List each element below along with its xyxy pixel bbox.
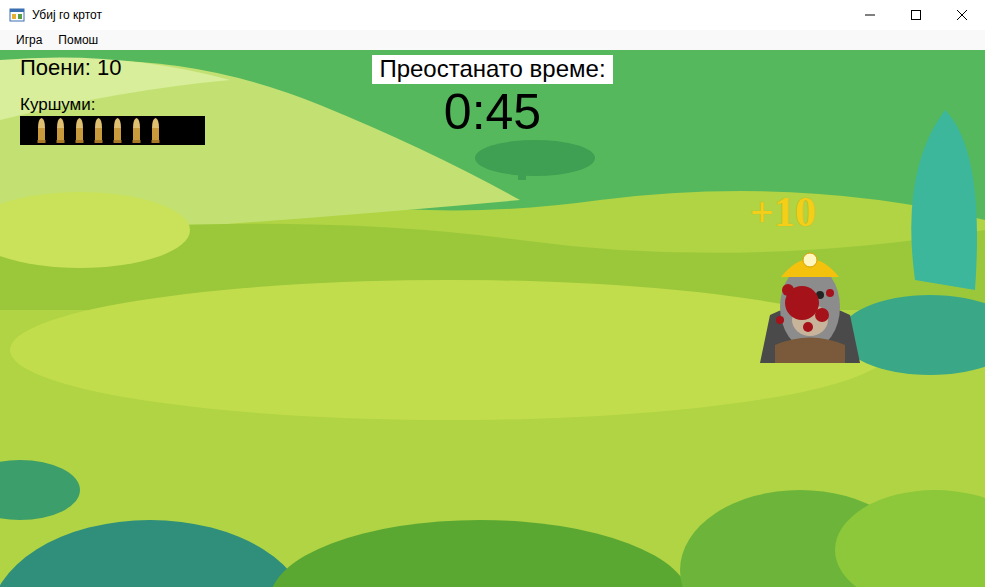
status-panel: Поени: 10 Куршуми:: [20, 55, 372, 145]
game-window: Убиј го кртотИграПомошПоени: 10Куршуми:П…: [0, 0, 985, 587]
bullet-icon: [56, 118, 65, 143]
bullet-icon: [151, 118, 160, 143]
bullet-icon: [113, 118, 122, 143]
app-icon: [9, 7, 25, 23]
time-value: 0:45: [444, 84, 541, 142]
points-popup: +10: [750, 188, 816, 236]
window-title: Убиј го кртот: [32, 8, 847, 22]
timer-panel: Преостанато време:0:45: [372, 55, 612, 145]
bullet-icon: [132, 118, 141, 143]
blood-splat: [776, 284, 834, 332]
maximize-icon: [911, 10, 921, 20]
maximize-button[interactable]: [893, 0, 939, 30]
score-label: Поени: 10: [20, 55, 121, 81]
title-bar: Убиј го кртот: [0, 0, 985, 30]
bullets-label: Куршуми:: [20, 95, 96, 115]
close-button[interactable]: [939, 0, 985, 30]
game-field[interactable]: Поени: 10 Куршуми: Преостанато време:0:45 +…: [0, 50, 985, 587]
menu-item[interactable]: Игра: [8, 33, 50, 47]
minimize-icon: [865, 10, 875, 20]
bullets-bar: [20, 116, 205, 145]
bullet-icon: [94, 118, 103, 143]
mole[interactable]: [760, 245, 860, 363]
menu-item[interactable]: Помош: [50, 33, 106, 47]
minimize-button[interactable]: [847, 0, 893, 30]
bullet-icon: [75, 118, 84, 143]
bullet-icon: [37, 118, 46, 143]
hud: Поени: 10 Куршуми: Преостанато време:0:45: [0, 50, 985, 145]
menu-bar: ИграПомош: [0, 30, 985, 50]
time-label: Преостанато време:: [372, 55, 612, 84]
close-icon: [957, 10, 967, 20]
